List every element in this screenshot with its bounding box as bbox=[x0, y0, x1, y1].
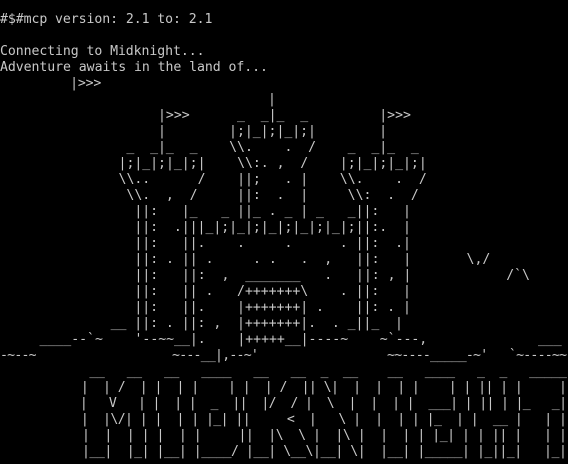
terminal-screen: #$#mcp version: 2.1 to: 2.1 Connecting t… bbox=[0, 12, 568, 464]
castle-art-line: -~--~ ~---__|,--~' ~~----_____-~' `~----… bbox=[0, 348, 567, 363]
castle-art-line: ||: ||. . . . ||: .| bbox=[0, 236, 411, 251]
castle-art-line: |>>> _ _|_ _ |>>> bbox=[0, 108, 411, 123]
separator-rule: ========================================… bbox=[0, 460, 568, 464]
castle-art-line: | |;|_|;|_|;| | bbox=[0, 124, 388, 139]
logo-art-line: | | | | | | | || |\ \ | |\ | | | | |_| |… bbox=[0, 428, 567, 443]
logo-art-line: __ __ __ ____ __ __ _ __ __ ____ _ _ ___… bbox=[0, 364, 567, 379]
castle-art-line: __ ||: . ||: , |+++++++|. . _||_ | bbox=[0, 316, 403, 331]
logo-art-line: | V | | | | _ || |/ / | \ | | | | ___| |… bbox=[0, 396, 567, 411]
castle-art-line: ||: ||. |+++++++| . ||: . | bbox=[0, 300, 411, 315]
castle-art-line: ||: || . /+++++++\ . ||: | bbox=[0, 284, 411, 299]
flag-line: |>>> bbox=[0, 76, 102, 91]
mcp-version-line: #$#mcp version: 2.1 to: 2.1 bbox=[0, 12, 213, 27]
castle-art-line: _ _|_ _ \\. . / _ _|_ _ bbox=[0, 140, 419, 155]
castle-art-line: | bbox=[0, 92, 276, 107]
connecting-line: Connecting to Midknight... bbox=[0, 44, 205, 59]
castle-art-line: |;|_|;|_|;| \\:. , / |;|_|;|_|;| bbox=[0, 156, 427, 171]
midknight-ascii-logo: __ __ __ ____ __ __ _ __ __ ____ _ _ ___… bbox=[0, 364, 568, 460]
castle-art-line: \\.. / ||; . | \\. . / bbox=[0, 172, 427, 187]
castle-art-line: ____--`~ '--~~__|. |+++++__|----~ ~`---,… bbox=[0, 332, 562, 347]
castle-art-line: ||: . || . . . . , ||: | \,/ bbox=[0, 252, 491, 267]
logo-art-line: | |\/| | | | | |_| || < | \ | | | | |_ |… bbox=[0, 412, 567, 427]
adventure-line: Adventure awaits in the land of... bbox=[0, 60, 268, 75]
castle-art-line: ||: ||: , _______ . ||: , | /`\ bbox=[0, 268, 530, 283]
logo-art-line: |__| |_| |__| |____/ |__| \__\|__| \| |_… bbox=[0, 444, 567, 459]
logo-art-line: | | / | | | | | | | / || \| | | | | | | … bbox=[0, 380, 567, 395]
castle-art-line: ||: |_ _ ||_ . _ | _ _||: | bbox=[0, 204, 411, 219]
castle-art-line: \\. , / ||: . | \\: . / bbox=[0, 188, 419, 203]
castle-art-line: ||: .|||_|;|_|;|_|;|_|;|_|;||:. | bbox=[0, 220, 411, 235]
castle-ascii-art: | |>>> _ _|_ _ |>>> | |;|_|;|_|;| | _ _|… bbox=[0, 92, 568, 364]
